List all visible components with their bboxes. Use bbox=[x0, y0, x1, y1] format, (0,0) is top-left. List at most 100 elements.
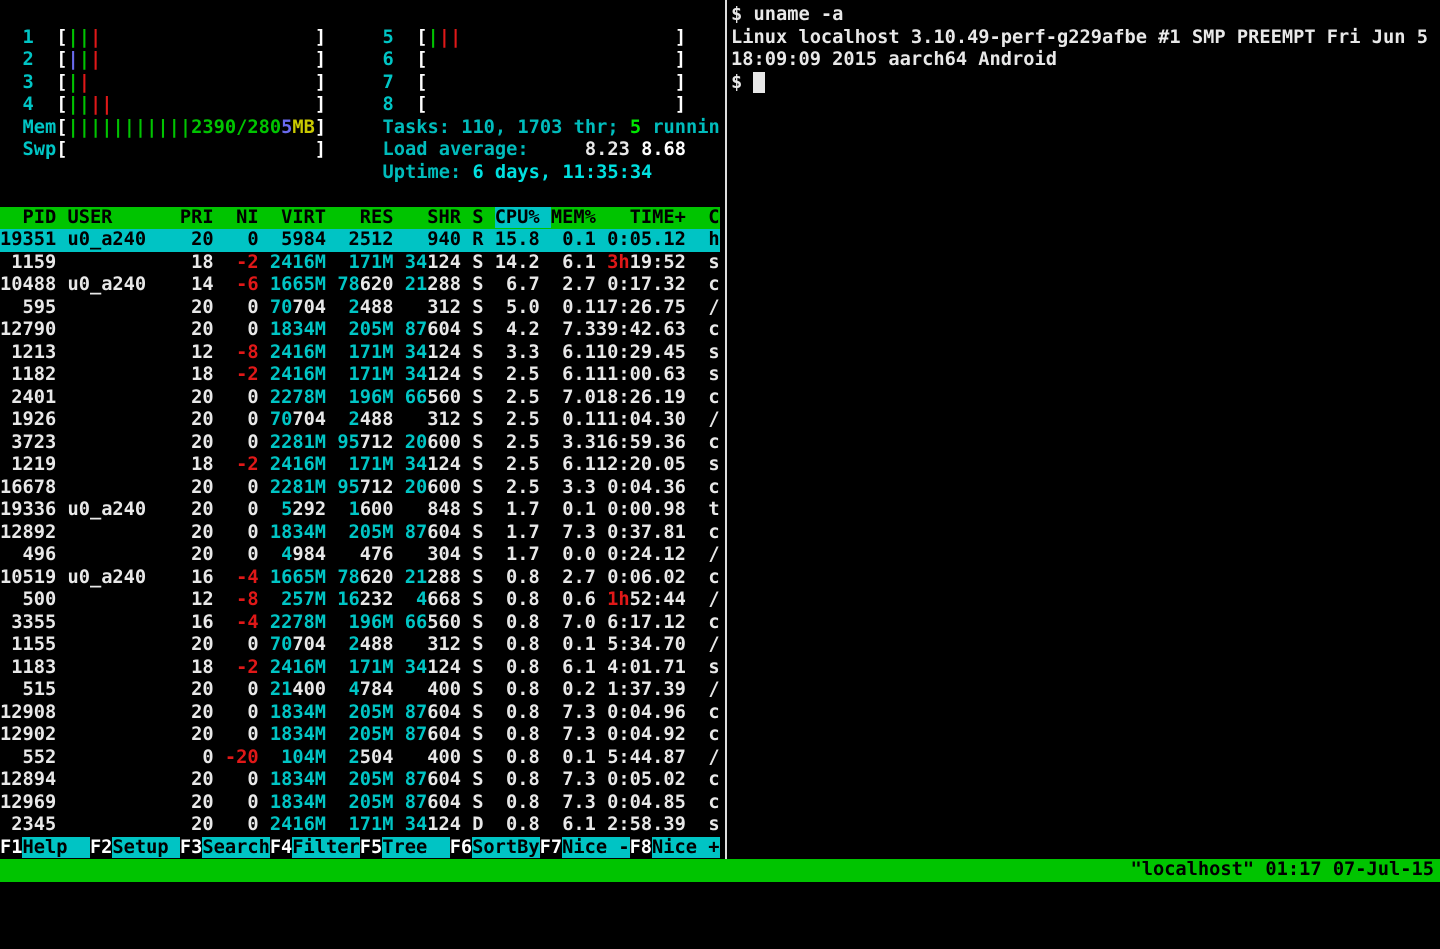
cpu-meter-label: 2 bbox=[23, 49, 34, 70]
process-row-12908[interactable]: 12908 20 0 1834M 205M 87604 S 0.8 7.3 0:… bbox=[0, 702, 720, 725]
process-row-1213[interactable]: 1213 12 -8 2416M 171M 34124 S 3.3 6.110:… bbox=[0, 342, 720, 365]
fkey-key: F2 bbox=[90, 837, 112, 858]
cell-s: S bbox=[472, 589, 483, 610]
cell-s: S bbox=[472, 792, 483, 813]
pane-divider[interactable] bbox=[725, 0, 727, 859]
cell-time: 0:04.85 bbox=[607, 792, 686, 813]
cell-res: 488 bbox=[360, 297, 394, 318]
shell-line: Linux localhost 3.10.49-perf-g229afbe #1… bbox=[731, 27, 1428, 50]
shell-pane[interactable]: $ uname -aLinux localhost 3.10.49-perf-g… bbox=[731, 0, 1440, 859]
process-row-500[interactable]: 500 12 -8 257M 16232 4668 S 0.8 0.6 1h52… bbox=[0, 589, 720, 612]
process-row-1155[interactable]: 1155 20 0 70704 2488 312 S 0.8 0.1 5:34.… bbox=[0, 634, 720, 657]
meter-bracket: [ bbox=[56, 49, 67, 70]
process-row-10519[interactable]: 10519 u0_a240 16 -4 1665M 78620 21288 S … bbox=[0, 567, 720, 590]
cell-mem: 0.6 bbox=[562, 589, 596, 610]
process-row-3723[interactable]: 3723 20 0 2281M 95712 20600 S 2.5 3.316:… bbox=[0, 432, 720, 455]
process-row-19351[interactable]: 19351 u0_a240 20 0 5984 2512 940 R 15.8 … bbox=[0, 229, 720, 252]
process-row-1159[interactable]: 1159 18 -2 2416M 171M 34124 S 14.2 6.1 3… bbox=[0, 252, 720, 275]
tmux-status-bar: [0] 0:bash* "localhost" 01:17 07-Jul-15 bbox=[0, 859, 1440, 882]
process-row-515[interactable]: 515 20 0 21400 4784 400 S 0.8 0.2 1:37.3… bbox=[0, 679, 720, 702]
cell-pid: 12908 bbox=[0, 702, 56, 723]
cell-res: 2512 bbox=[349, 229, 394, 250]
cell-pri: 20 bbox=[191, 724, 213, 745]
fkey-f4-filter[interactable]: F4Filter bbox=[270, 837, 360, 858]
fkey-f1-help[interactable]: F1Help bbox=[0, 837, 90, 858]
cell-ni: 0 bbox=[247, 319, 258, 340]
cell-virt: 5 bbox=[281, 499, 292, 520]
cell-pid: 1182 bbox=[11, 364, 56, 385]
meter-bar: | bbox=[101, 94, 112, 115]
process-row-12902[interactable]: 12902 20 0 1834M 205M 87604 S 0.8 7.3 0:… bbox=[0, 724, 720, 747]
fkey-f3-search[interactable]: F3Search bbox=[180, 837, 270, 858]
fkey-f8-nice+[interactable]: F8Nice + bbox=[630, 837, 720, 858]
process-row-12894[interactable]: 12894 20 0 1834M 205M 87604 S 0.8 7.3 0:… bbox=[0, 769, 720, 792]
htop-pane[interactable]: 1 [||| ]2 [||| ]3 [|| ]4 [|||| ]5 [||| ]… bbox=[0, 0, 720, 859]
cell-ni: 0 bbox=[247, 634, 258, 655]
cell-ni: -4 bbox=[236, 567, 258, 588]
process-row-12892[interactable]: 12892 20 0 1834M 205M 87604 S 1.7 7.3 0:… bbox=[0, 522, 720, 545]
cell-res: 476 bbox=[360, 544, 394, 565]
cell-cmd: c bbox=[708, 387, 719, 408]
process-row-1219[interactable]: 1219 18 -2 2416M 171M 34124 S 2.5 6.112:… bbox=[0, 454, 720, 477]
cell-user: u0_a240 bbox=[67, 499, 146, 520]
mem-meter-value: 5 bbox=[281, 117, 292, 138]
cell-mem: 2.7 bbox=[562, 567, 596, 588]
meter-bracket: [ bbox=[56, 117, 67, 138]
cell-res: 2 bbox=[349, 297, 360, 318]
cell-ni: 0 bbox=[247, 814, 258, 835]
meter-bracket: ] bbox=[315, 49, 326, 70]
process-row-16678[interactable]: 16678 20 0 2281M 95712 20600 S 2.5 3.3 0… bbox=[0, 477, 720, 500]
process-row-3355[interactable]: 3355 16 -4 2278M 196M 66560 S 0.8 7.0 6:… bbox=[0, 612, 720, 635]
cell-shr: 940 bbox=[427, 229, 461, 250]
terminal-cursor bbox=[753, 72, 764, 93]
cell-cmd: c bbox=[708, 522, 719, 543]
cell-mem: 6.1 bbox=[562, 342, 596, 363]
process-row-1183[interactable]: 1183 18 -2 2416M 171M 34124 S 0.8 6.1 4:… bbox=[0, 657, 720, 680]
column-header-pri: PRI bbox=[112, 207, 213, 228]
meter-bracket: [ bbox=[56, 27, 67, 48]
tmux-session-window[interactable]: [0] 0:bash* bbox=[45, 882, 169, 903]
cell-virt: 104M bbox=[281, 747, 326, 768]
cell-res: 78 bbox=[337, 567, 359, 588]
cell-virt: 2281M bbox=[270, 432, 326, 453]
process-row-10488[interactable]: 10488 u0_a240 14 -6 1665M 78620 21288 S … bbox=[0, 274, 720, 297]
cell-pri: 12 bbox=[191, 589, 213, 610]
process-row-496[interactable]: 496 20 0 4984 476 304 S 1.7 0.0 0:24.12 … bbox=[0, 544, 720, 567]
cell-res: 95 bbox=[337, 432, 359, 453]
process-row-595[interactable]: 595 20 0 70704 2488 312 S 5.0 0.117:26.7… bbox=[0, 297, 720, 320]
cell-shr: 848 bbox=[427, 499, 461, 520]
shell-line: 18:09:09 2015 aarch64 Android bbox=[731, 49, 1057, 72]
process-row-2345[interactable]: 2345 20 0 2416M 171M 34124 D 0.8 6.1 2:5… bbox=[0, 814, 720, 837]
cell-mem: 7.0 bbox=[562, 612, 596, 633]
cell-time: 0:05.02 bbox=[607, 769, 686, 790]
cell-res: 171M bbox=[349, 342, 394, 363]
fkey-label: Nice + bbox=[652, 837, 719, 858]
process-row-552[interactable]: 552 0 -20 104M 2504 400 S 0.8 0.1 5:44.8… bbox=[0, 747, 720, 770]
cell-s: S bbox=[472, 454, 483, 475]
cpu-meter-5: 5 [||| ] bbox=[383, 27, 687, 50]
process-row-1182[interactable]: 1182 18 -2 2416M 171M 34124 S 2.5 6.111:… bbox=[0, 364, 720, 387]
meter-bracket: ] bbox=[315, 27, 326, 48]
cell-pid: 1183 bbox=[11, 657, 56, 678]
cell-pid: 12790 bbox=[0, 319, 56, 340]
cell-s: S bbox=[472, 679, 483, 700]
process-row-19336[interactable]: 19336 u0_a240 20 0 5292 1600 848 S 1.7 0… bbox=[0, 499, 720, 522]
cell-s: S bbox=[472, 409, 483, 430]
process-row-2401[interactable]: 2401 20 0 2278M 196M 66560 S 2.5 7.018:2… bbox=[0, 387, 720, 410]
cell-mem: 7.3 bbox=[562, 769, 596, 790]
fkey-f5-tree[interactable]: F5Tree bbox=[360, 837, 450, 858]
fkey-f6-sortby[interactable]: F6SortBy bbox=[450, 837, 540, 858]
shell-prompt-line[interactable]: $ bbox=[731, 72, 765, 95]
fkey-f2-setup[interactable]: F2Setup bbox=[90, 837, 180, 858]
process-row-1926[interactable]: 1926 20 0 70704 2488 312 S 2.5 0.111:04.… bbox=[0, 409, 720, 432]
fkey-label: Nice - bbox=[562, 837, 629, 858]
fkey-f7-nice-[interactable]: F7Nice - bbox=[540, 837, 630, 858]
cell-cpu: 0.8 bbox=[506, 724, 540, 745]
process-row-12969[interactable]: 12969 20 0 1834M 205M 87604 S 0.8 7.3 0:… bbox=[0, 792, 720, 815]
cell-pri: 20 bbox=[191, 792, 213, 813]
cell-s: S bbox=[472, 364, 483, 385]
cell-shr: 87 bbox=[405, 702, 427, 723]
process-row-12790[interactable]: 12790 20 0 1834M 205M 87604 S 4.2 7.339:… bbox=[0, 319, 720, 342]
cell-shr: 34 bbox=[405, 364, 427, 385]
cell-virt: 5984 bbox=[281, 229, 326, 250]
